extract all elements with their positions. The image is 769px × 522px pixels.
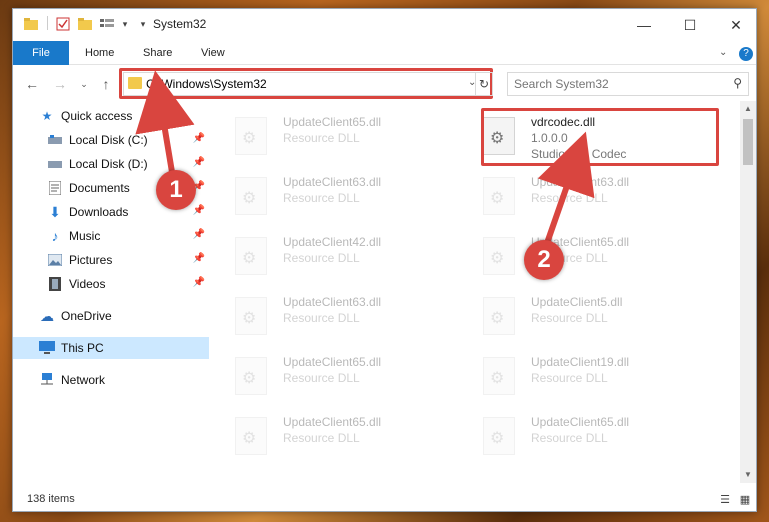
arrow-1	[135, 70, 195, 173]
arrow-2	[537, 131, 595, 247]
annotation-badge-1: 1	[156, 170, 196, 210]
annotation-badge-2: 2	[524, 240, 564, 280]
annotation-arrows	[135, 70, 595, 247]
